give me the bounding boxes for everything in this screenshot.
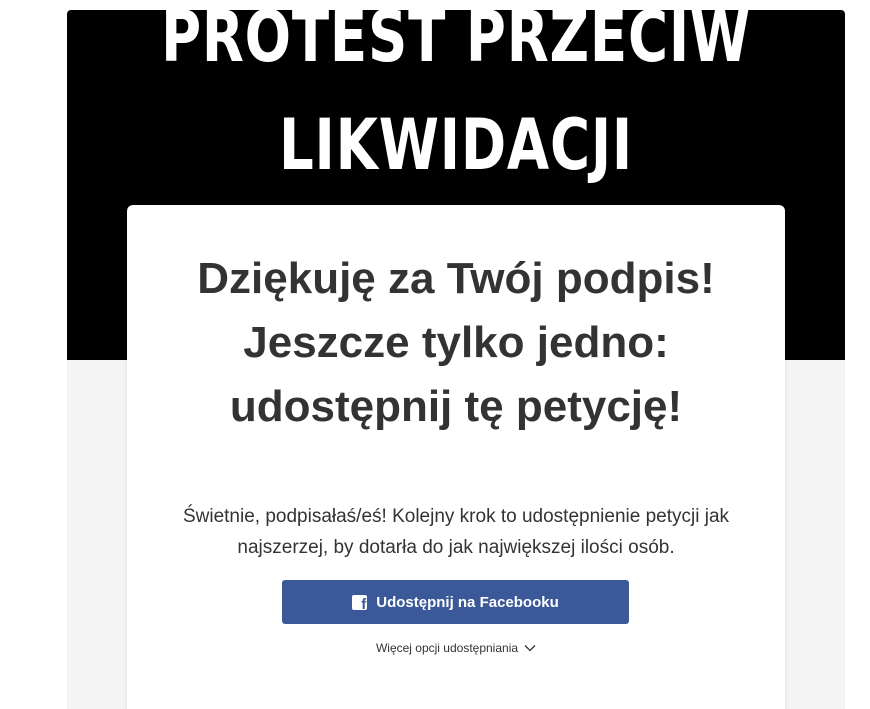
share-modal: Dziękuję za Twój podpis! Jeszcze tylko j… — [127, 205, 785, 709]
facebook-icon: f — [352, 594, 368, 610]
chevron-down-icon — [524, 645, 536, 652]
more-share-options-label: Więcej opcji udostępniania — [375, 641, 519, 655]
modal-description: Świetnie, podpisałaś/eś! Kolejny krok to… — [182, 506, 730, 558]
more-share-options-link[interactable]: Więcej opcji udostępniania — [127, 638, 785, 658]
hero-text-line-2: LIKWIDACJI — [278, 104, 634, 186]
hero-text-line-1: PROTEST PRZECIW — [161, 10, 751, 78]
modal-title: Dziękuję za Twój podpis! Jeszcze tylko j… — [197, 254, 715, 431]
share-facebook-label: Udostępnij na Facebooku — [376, 593, 559, 611]
share-facebook-button[interactable]: f Udostępnij na Facebooku — [282, 580, 629, 624]
